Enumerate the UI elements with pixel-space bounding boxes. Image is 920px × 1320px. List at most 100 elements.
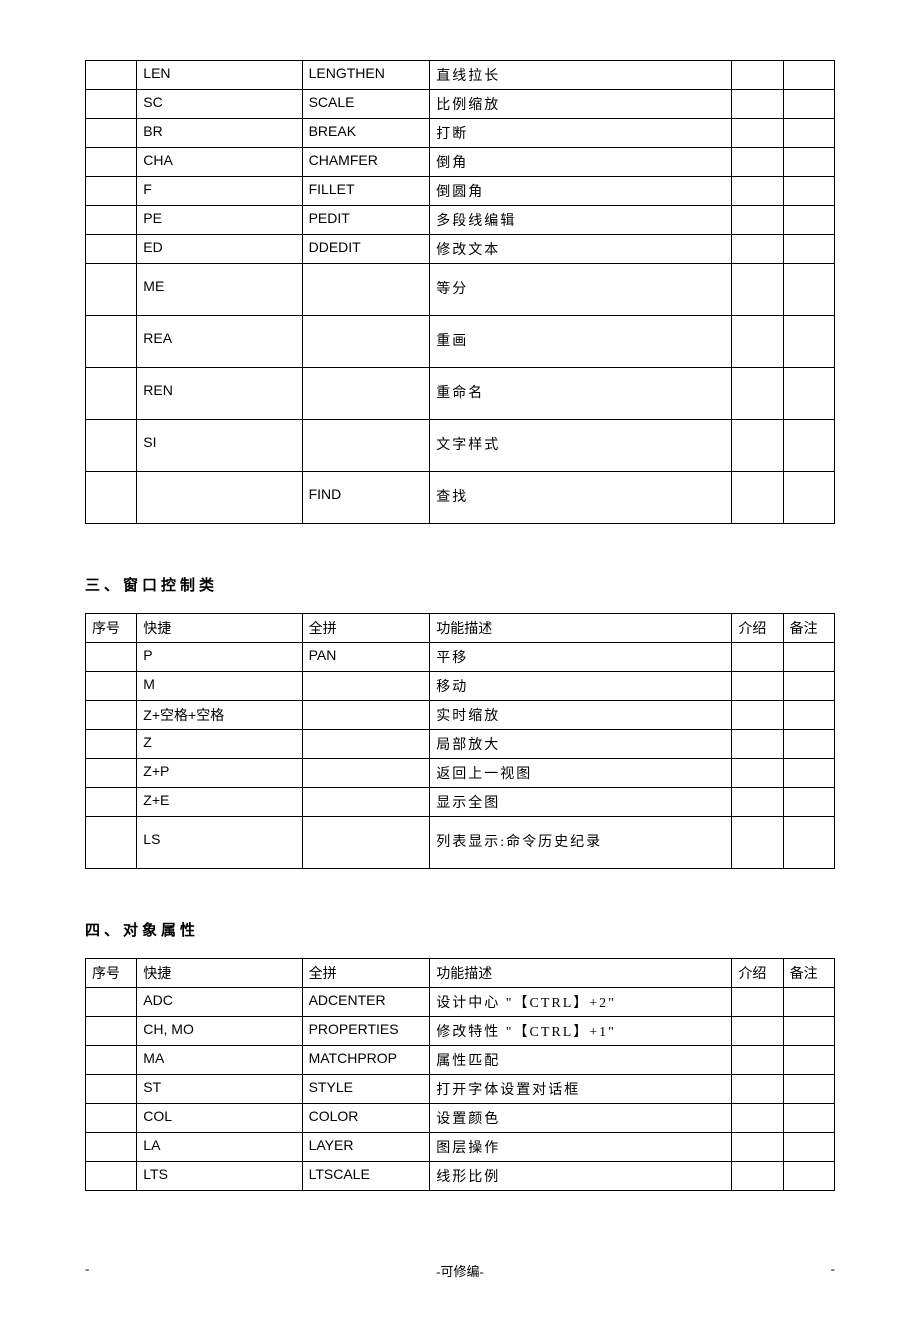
footer-center: -可修编-: [436, 1261, 484, 1280]
cell-seq: [86, 235, 137, 264]
cell-jie: [732, 1162, 783, 1191]
col-kj: 快捷: [137, 614, 302, 643]
cell-jie: [732, 1133, 783, 1162]
cell-jie: [732, 235, 783, 264]
cell-jie: [732, 1104, 783, 1133]
cell-shortcut: CH, MO: [137, 1017, 302, 1046]
cell-shortcut: ED: [137, 235, 302, 264]
cell-jie: [732, 643, 783, 672]
table-row: LTSLTSCALE线形比例: [86, 1162, 835, 1191]
cell-jie: [732, 368, 783, 420]
cell-desc: 查找: [430, 472, 732, 524]
table-row: EDDDEDIT修改文本: [86, 235, 835, 264]
cell-desc: 文字样式: [430, 420, 732, 472]
table-row: LS列表显示:命令历史纪录: [86, 817, 835, 869]
cell-shortcut: CHA: [137, 148, 302, 177]
cell-desc: 修改特性 "【CTRL】+1": [430, 1017, 732, 1046]
cell-jie: [732, 1046, 783, 1075]
table-row: SI 文字样式: [86, 420, 835, 472]
cell-shortcut: SI: [137, 420, 302, 472]
cell-desc: 设计中心 "【CTRL】+2": [430, 988, 732, 1017]
cell-seq: [86, 148, 137, 177]
cell-bei: [783, 1133, 834, 1162]
footer-right: -: [831, 1261, 835, 1280]
cell-desc: 局部放大: [430, 730, 732, 759]
cell-bei: [783, 1017, 834, 1046]
cell-bei: [783, 1075, 834, 1104]
cell-shortcut: PE: [137, 206, 302, 235]
cell-seq: [86, 1104, 137, 1133]
cell-bei: [783, 1104, 834, 1133]
cell-shortcut: Z: [137, 730, 302, 759]
cell-jie: [732, 420, 783, 472]
cell-jie: [732, 472, 783, 524]
cell-shortcut: [137, 472, 302, 524]
cell-bei: [783, 90, 834, 119]
cell-shortcut: LTS: [137, 1162, 302, 1191]
cell-bei: [783, 988, 834, 1017]
table-window-control: 序号 快捷 全拼 功能描述 介绍 备注 PPAN平移M移动Z+空格+空格实时缩放…: [85, 613, 835, 869]
cell-shortcut: Z+P: [137, 759, 302, 788]
cell-jie: [732, 148, 783, 177]
cell-desc: 显示全图: [430, 788, 732, 817]
cell-jie: [732, 730, 783, 759]
cell-fullname: SCALE: [302, 90, 430, 119]
page-footer: - -可修编- -: [85, 1261, 835, 1280]
cell-seq: [86, 817, 137, 869]
cell-seq: [86, 1133, 137, 1162]
col-qp: 全拼: [302, 614, 430, 643]
cell-desc: 等分: [430, 264, 732, 316]
cell-bei: [783, 420, 834, 472]
table-row: M移动: [86, 672, 835, 701]
cell-desc: 平移: [430, 643, 732, 672]
cell-seq: [86, 472, 137, 524]
cell-bei: [783, 730, 834, 759]
table-row: ME等分: [86, 264, 835, 316]
cell-jie: [732, 119, 783, 148]
cell-fullname: FILLET: [302, 177, 430, 206]
cell-seq: [86, 1046, 137, 1075]
cell-bei: [783, 61, 834, 90]
cell-jie: [732, 264, 783, 316]
cell-bei: [783, 368, 834, 420]
cell-seq: [86, 730, 137, 759]
cell-shortcut: MA: [137, 1046, 302, 1075]
cell-jie: [732, 1017, 783, 1046]
cell-bei: [783, 1046, 834, 1075]
cell-desc: 倒圆角: [430, 177, 732, 206]
cell-bei: [783, 1162, 834, 1191]
cell-bei: [783, 316, 834, 368]
cell-desc: 图层操作: [430, 1133, 732, 1162]
cell-desc: 实时缩放: [430, 701, 732, 730]
cell-bei: [783, 759, 834, 788]
cell-seq: [86, 206, 137, 235]
cell-shortcut: M: [137, 672, 302, 701]
cell-jie: [732, 788, 783, 817]
cell-desc: 重命名: [430, 368, 732, 420]
cell-bei: [783, 264, 834, 316]
cell-shortcut: BR: [137, 119, 302, 148]
table-row: MAMATCHPROP属性匹配: [86, 1046, 835, 1075]
cell-fullname: PAN: [302, 643, 430, 672]
cell-fullname: LTSCALE: [302, 1162, 430, 1191]
table-row: PEPEDIT多段线编辑: [86, 206, 835, 235]
col-seq: 序号: [86, 614, 137, 643]
cell-seq: [86, 316, 137, 368]
col-desc: 功能描述: [430, 959, 732, 988]
table-row: Z+P 返回上一视图: [86, 759, 835, 788]
cell-bei: [783, 643, 834, 672]
cell-seq: [86, 420, 137, 472]
cell-shortcut: Z+空格+空格: [137, 701, 302, 730]
table-row: LALAYER图层操作: [86, 1133, 835, 1162]
cell-seq: [86, 119, 137, 148]
cell-fullname: [302, 420, 430, 472]
table-object-properties: 序号 快捷 全拼 功能描述 介绍 备注 ADCADCENTER设计中心 "【CT…: [85, 958, 835, 1191]
cell-fullname: BREAK: [302, 119, 430, 148]
cell-seq: [86, 788, 137, 817]
cell-fullname: [302, 817, 430, 869]
cell-seq: [86, 672, 137, 701]
cell-bei: [783, 206, 834, 235]
cell-desc: 返回上一视图: [430, 759, 732, 788]
cell-fullname: PROPERTIES: [302, 1017, 430, 1046]
cell-desc: 打断: [430, 119, 732, 148]
